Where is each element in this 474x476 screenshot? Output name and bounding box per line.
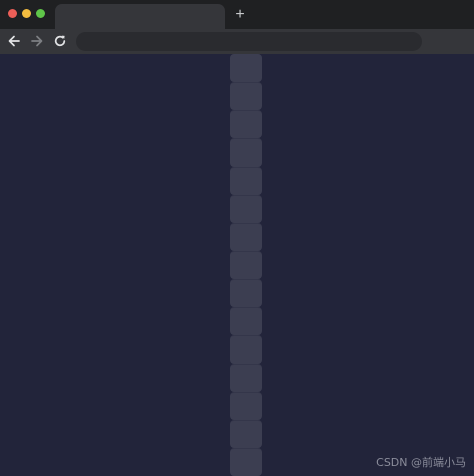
column-segment — [230, 194, 262, 223]
column-segment — [230, 166, 262, 195]
column-segment — [230, 138, 262, 167]
window-maximize-button[interactable] — [36, 9, 45, 18]
column-segment — [230, 391, 262, 420]
window-minimize-button[interactable] — [22, 9, 31, 18]
arrow-right-icon — [31, 35, 43, 47]
column-segment — [230, 419, 262, 448]
column-segment — [230, 222, 262, 251]
column-segment — [230, 335, 262, 364]
column-segment — [230, 307, 262, 336]
back-button[interactable] — [7, 34, 21, 48]
column-segment — [230, 54, 262, 83]
column-segment — [230, 279, 262, 308]
arrow-left-icon — [8, 35, 20, 47]
forward-button[interactable] — [30, 34, 44, 48]
browser-tab[interactable] — [55, 4, 225, 29]
window-close-button[interactable] — [8, 9, 17, 18]
column-segment — [230, 110, 262, 139]
reload-button[interactable] — [53, 34, 67, 48]
reload-icon — [54, 35, 66, 47]
watermark: CSDN @前端小马 — [376, 456, 466, 469]
address-bar[interactable] — [76, 32, 422, 51]
vertical-column — [230, 54, 262, 476]
new-tab-button[interactable]: + — [231, 6, 249, 24]
address-input[interactable] — [86, 32, 422, 51]
page-viewport: CSDN @前端小马 — [0, 54, 474, 476]
column-segment — [230, 250, 262, 280]
browser-toolbar — [0, 29, 474, 54]
column-segment — [230, 363, 262, 392]
column-segment — [230, 447, 262, 476]
column-segment — [230, 82, 262, 111]
tab-bar: + — [0, 0, 474, 29]
